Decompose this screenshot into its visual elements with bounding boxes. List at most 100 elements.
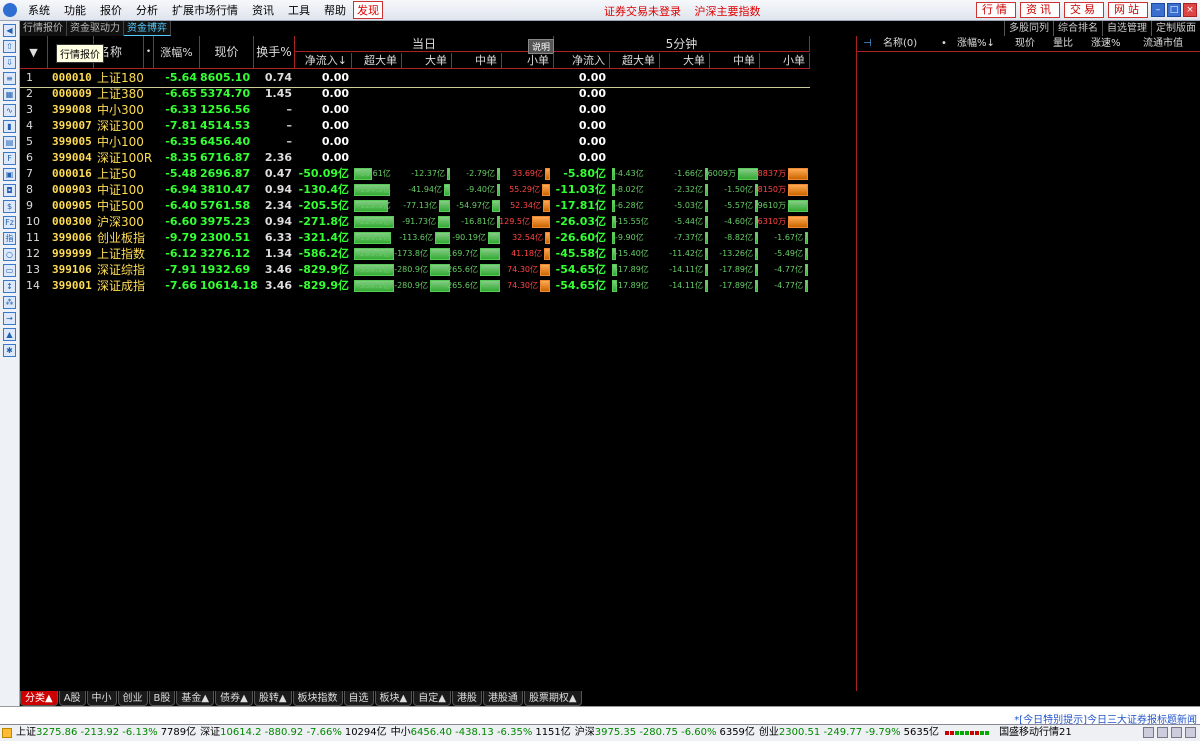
table-row[interactable]: 7 000016 上证50 -5.48 2696.87 0.47 -50.09亿 -5.80亿… [20,166,810,182]
rp-header-speed[interactable]: 涨速% [1091,36,1121,52]
btab-fund[interactable]: 基金▲ [176,691,215,706]
btab-sector[interactable]: 板块▲ [374,691,413,706]
gear-icon[interactable]: ✱ [3,344,16,357]
menu-quote[interactable]: 报价 [93,2,129,18]
menu-news[interactable]: 资讯 [245,2,281,18]
btab-b-share[interactable]: B股 [148,691,176,706]
sort-icon[interactable]: ↕ [3,280,16,293]
header-super-big[interactable]: 超大单 [352,53,402,69]
fiz-icon[interactable]: Fz [3,216,16,229]
table-row[interactable]: 4 399007 深证300 -7.81 4514.53 – 0.00 0.00 [20,118,810,134]
quote-list-icon[interactable]: ≡ [3,72,16,85]
lock-status-icon[interactable] [1157,727,1168,738]
menu-function[interactable]: 功能 [57,2,93,18]
down-arrow-icon[interactable]: ⇩ [3,56,16,69]
trade-login-status[interactable]: 证券交易未登录 [604,5,681,18]
table-icon[interactable]: ▤ [3,136,16,149]
table-row[interactable]: 6 399004 深证100R -8.35 6716.87 2.36 0.00 0.00 [20,150,810,166]
header-turnover[interactable]: 换手% [254,36,295,69]
index-sz[interactable]: 深证10614.2 -880.92 -7.66% 10294亿 [200,725,387,741]
header-small[interactable]: 小单 [502,53,554,69]
index-hs[interactable]: 沪深3975.35 -280.75 -6.60% 6359亿 [575,725,755,741]
candlestick-icon[interactable]: ▮ [3,120,16,133]
rp-header-price[interactable]: 现价 [1015,36,1035,52]
minimize-icon[interactable]: – [1151,3,1165,17]
btab-sme[interactable]: 中小 [86,691,117,706]
menu-discover[interactable]: 发现 [353,1,383,19]
rp-header-pct[interactable]: 涨幅%↓ [957,36,995,52]
spread-icon[interactable]: ⁂ [3,296,16,309]
f10-icon[interactable]: F [3,152,16,165]
speaker-icon[interactable] [1171,727,1182,738]
menu-extended-market[interactable]: 扩展市场行情 [165,2,245,18]
fund-icon[interactable]: $ [3,200,16,213]
btab-hk-connect[interactable]: 港股通 [482,691,523,706]
header-big[interactable]: 大单 [402,53,452,69]
up-arrow-icon[interactable]: ⇧ [3,40,16,53]
header-big-5m[interactable]: 大单 [660,53,710,69]
maximize-icon[interactable]: □ [1167,3,1181,17]
table-row[interactable]: 1 000010 上证180 -5.64 8605.10 0.74 0.00 0.00 [20,70,810,86]
chart-line-icon[interactable]: ∿ [3,104,16,117]
menu-system[interactable]: 系统 [21,2,57,18]
settings-icon[interactable] [1185,727,1196,738]
btab-bond[interactable]: 债券▲ [215,691,253,706]
btab-sector-index[interactable]: 板块指数 [292,691,343,706]
header-mid-5m[interactable]: 中单 [710,53,760,69]
folder-icon[interactable]: ▭ [3,264,16,277]
index-sh[interactable]: 上证3275.86 -213.92 -6.13% 7789亿 [16,725,196,741]
sort-arrow[interactable]: ▼ [20,36,48,69]
tab-custom-layout[interactable]: 定制版面 [1151,21,1200,36]
news-icon[interactable]: ▣ [3,168,16,181]
table-row[interactable]: 13 399106 深证综指 -7.91 1932.69 3.46 -829.9亿 -54.6… [20,262,810,278]
btab-transfer[interactable]: 股转▲ [253,691,292,706]
tab-capital-drive[interactable]: 资金驱动力 [67,21,124,36]
menu-analysis[interactable]: 分析 [129,2,165,18]
btab-options[interactable]: 股票期权▲ [523,691,582,706]
zhi-icon[interactable]: 指 [3,232,16,245]
header-mid[interactable]: 中单 [452,53,502,69]
btab-hk[interactable]: 港股 [451,691,482,706]
exit-icon[interactable]: → [3,312,16,325]
website-button[interactable]: 网站 [1108,2,1148,18]
btab-a-share[interactable]: A股 [58,691,86,706]
rp-header-name[interactable]: 名称(0) [883,36,917,52]
rp-header-vol-ratio[interactable]: 量比 [1053,36,1073,52]
menu-help[interactable]: 帮助 [317,2,353,18]
tab-quote[interactable]: 行情报价 [20,21,67,36]
table-row[interactable]: 5 399005 中小100 -6.35 6456.40 – 0.00 0.00 [20,134,810,150]
header-super-big-5m[interactable]: 超大单 [610,53,660,69]
tab-watchlist-manage[interactable]: 自选管理 [1102,21,1151,36]
close-icon[interactable]: × [1183,3,1197,17]
header-net-in[interactable]: 净流入↓ [295,53,352,69]
header-net-in-5m[interactable]: 净流入 [554,53,610,69]
grid-icon[interactable]: ▦ [3,88,16,101]
table-row[interactable]: 8 000903 中证100 -6.94 3810.47 0.94 -130.4亿 -11.0… [20,182,810,198]
explain-button[interactable]: 说明 [528,39,555,54]
pin-icon[interactable]: ⊣ [863,36,872,52]
trade-button[interactable]: 交易 [1064,2,1104,18]
tab-ranking[interactable]: 综合排名 [1053,21,1102,36]
lock-icon[interactable]: ▲ [3,328,16,341]
tab-multi-stock[interactable]: 多股同列 [1004,21,1053,36]
table-row[interactable]: 12 999999 上证指数 -6.12 3276.12 1.34 -586.2亿 -45.5… [20,246,810,262]
header-small-5m[interactable]: 小单 [760,53,810,69]
back-icon[interactable]: ◀ [3,24,16,37]
layout-icon[interactable] [1143,727,1154,738]
news-button[interactable]: 资讯 [1020,2,1060,18]
btab-category[interactable]: 分类▲ [20,691,58,706]
table-row[interactable]: 11 399006 创业板指 -9.79 2300.51 6.33 -321.4亿 -26.6… [20,230,810,246]
quote-button[interactable]: 行情 [976,2,1016,18]
table-row[interactable]: 14 399001 深证成指 -7.66 10614.18 3.46 -829.9亿 -54.… [20,278,810,294]
index-sme[interactable]: 中小6456.40 -438.13 -6.35% 1151亿 [391,725,571,741]
rp-header-circulation[interactable]: 流通市值 [1143,36,1183,52]
btab-chinext[interactable]: 创业 [117,691,148,706]
header-pct[interactable]: 涨幅% [154,36,200,69]
box-icon[interactable]: ◘ [3,184,16,197]
index-chinext[interactable]: 创业2300.51 -249.77 -9.79% 5635亿 [759,725,939,741]
btab-custom[interactable]: 自定▲ [413,691,451,706]
status-icon[interactable] [2,728,12,738]
circle-icon[interactable]: ○ [3,248,16,261]
tab-capital-game[interactable]: 资金博弈 [124,21,171,36]
btab-watchlist[interactable]: 自选 [343,691,374,706]
